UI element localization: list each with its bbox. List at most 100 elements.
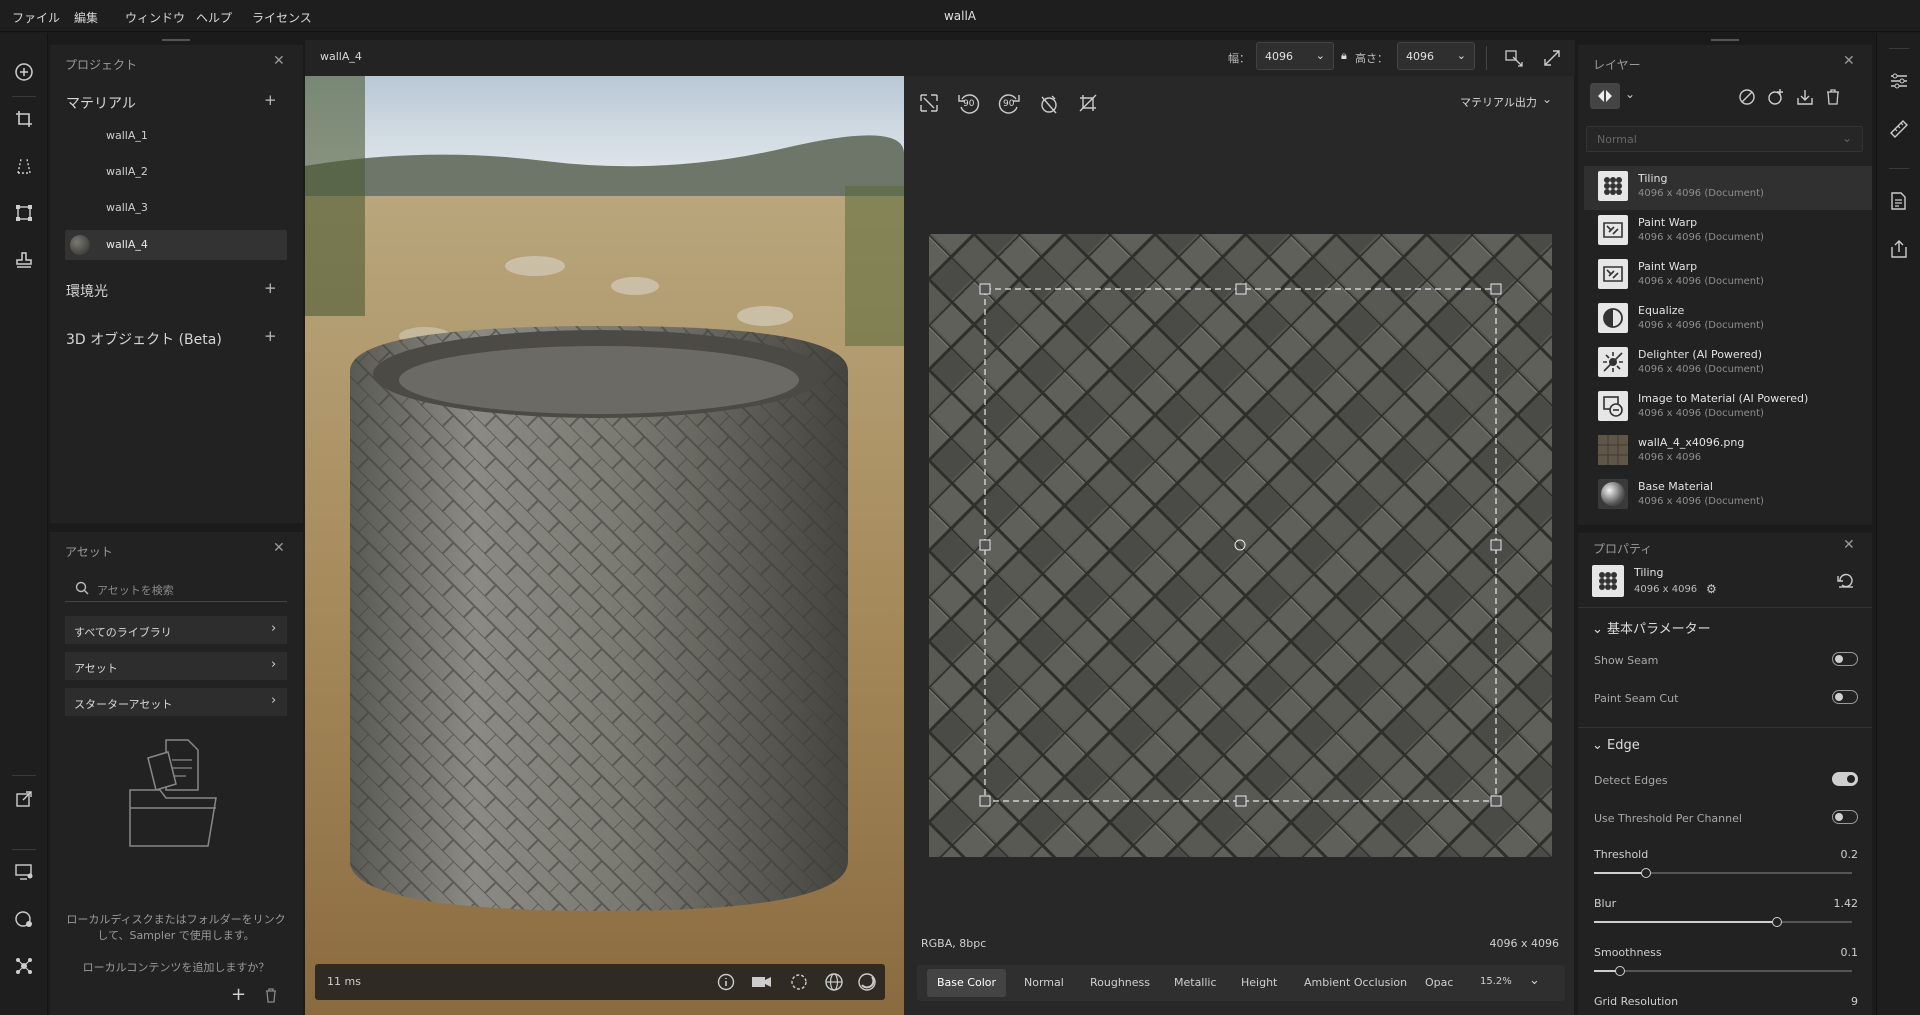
globe-icon[interactable] bbox=[824, 972, 844, 992]
objects-section-title[interactable]: 3D オブジェクト (Beta) bbox=[66, 329, 222, 349]
material-item[interactable]: wallA_2 bbox=[106, 165, 148, 178]
rotate-right-icon[interactable]: 90 bbox=[996, 91, 1022, 117]
environment-settings-icon[interactable] bbox=[12, 907, 36, 931]
channel-tab-ambient-occlusion[interactable]: Ambient Occlusion bbox=[1304, 976, 1407, 989]
layer-name: Paint Warp bbox=[1638, 216, 1698, 229]
material-output-select[interactable]: マテリアル出力 bbox=[1460, 94, 1537, 110]
crop-off-icon[interactable] bbox=[1078, 93, 1098, 113]
channel-tab-base-color[interactable]: Base Color bbox=[927, 969, 1007, 997]
add-object-icon[interactable]: + bbox=[264, 327, 277, 345]
section-basic-params[interactable]: ⌄ 基本パラメーター bbox=[1592, 618, 1711, 637]
grid-resolution-value[interactable]: 9 bbox=[1851, 995, 1858, 1008]
plugins-icon[interactable] bbox=[12, 954, 36, 978]
export-icon[interactable] bbox=[12, 787, 36, 811]
material-ball-icon[interactable] bbox=[857, 972, 877, 992]
perspective-icon[interactable] bbox=[12, 154, 36, 178]
blur-slider[interactable] bbox=[1594, 917, 1852, 927]
transform-icon[interactable] bbox=[12, 201, 36, 225]
display-settings-icon[interactable] bbox=[12, 860, 36, 884]
sliders-icon[interactable] bbox=[1889, 71, 1909, 91]
chevron-down-icon: ⌄ bbox=[1592, 738, 1608, 753]
channel-tab-height[interactable]: Height bbox=[1241, 976, 1277, 989]
channel-tab-metallic[interactable]: Metallic bbox=[1174, 976, 1217, 989]
crop-icon[interactable] bbox=[12, 107, 36, 131]
chevron-down-icon[interactable]: ⌄ bbox=[1542, 92, 1552, 106]
add-local-content-link[interactable]: ローカルコンテンツを追加しますか？ bbox=[60, 959, 292, 975]
camera-icon[interactable] bbox=[751, 973, 773, 991]
layer-item[interactable]: wallA_4_x4096.png 4096 x 4096 bbox=[1584, 430, 1872, 474]
rotate-left-icon[interactable]: 90 bbox=[956, 91, 982, 117]
layer-item[interactable]: Image to Material (AI Powered) 4096 x 40… bbox=[1584, 386, 1872, 430]
trash-icon[interactable] bbox=[264, 987, 278, 1003]
section-edge[interactable]: ⌄ Edge bbox=[1592, 738, 1640, 753]
panel-grip[interactable] bbox=[1711, 39, 1739, 41]
fit-view-icon[interactable] bbox=[919, 93, 939, 113]
import-icon[interactable] bbox=[1796, 88, 1814, 106]
add-icon[interactable] bbox=[12, 60, 36, 84]
rotate-environment-icon[interactable] bbox=[789, 972, 809, 992]
assets-panel-title: アセット bbox=[65, 545, 113, 559]
threshold-slider[interactable] bbox=[1594, 868, 1852, 878]
layer-item[interactable]: Base Material 4096 x 4096 (Document) bbox=[1584, 474, 1872, 518]
layer-item[interactable]: Tiling 4096 x 4096 (Document) bbox=[1584, 166, 1872, 210]
texture-preview[interactable] bbox=[929, 234, 1552, 857]
share-icon[interactable] bbox=[1889, 239, 1909, 259]
channel-tab-opacity[interactable]: Opac bbox=[1425, 976, 1453, 989]
library-row-all[interactable]: すべてのライブラリ › bbox=[65, 616, 287, 644]
smoothness-slider[interactable] bbox=[1594, 966, 1852, 976]
blur-value[interactable]: 1.42 bbox=[1834, 897, 1859, 910]
library-row-assets[interactable]: アセット › bbox=[65, 652, 287, 680]
panel-grip[interactable] bbox=[162, 39, 190, 41]
materials-section-title[interactable]: マテリアル bbox=[66, 93, 136, 113]
close-icon[interactable]: ✕ bbox=[1843, 537, 1855, 553]
use-threshold-toggle[interactable] bbox=[1832, 810, 1858, 824]
layer-item[interactable]: Paint Warp 4096 x 4096 (Document) bbox=[1584, 210, 1872, 254]
3d-viewport[interactable]: 11 ms bbox=[305, 76, 904, 1015]
smoothness-value[interactable]: 0.1 bbox=[1841, 946, 1859, 959]
trash-icon[interactable] bbox=[1825, 88, 1841, 106]
layer-item[interactable]: Paint Warp 4096 x 4096 (Document) bbox=[1584, 254, 1872, 298]
close-icon[interactable]: ✕ bbox=[273, 53, 285, 69]
threshold-value[interactable]: 0.2 bbox=[1841, 848, 1859, 861]
blend-mode-select[interactable]: Normal ⌄ bbox=[1586, 126, 1863, 152]
paint-seam-cut-toggle[interactable] bbox=[1832, 690, 1858, 704]
layer-item[interactable]: Delighter (AI Powered) 4096 x 4096 (Docu… bbox=[1584, 342, 1872, 386]
gear-icon[interactable]: ⚙ bbox=[1706, 582, 1717, 596]
mask-icon[interactable] bbox=[1738, 88, 1756, 106]
add-material-icon[interactable]: + bbox=[264, 91, 277, 109]
library-row-starter[interactable]: スターターアセット › bbox=[65, 688, 287, 716]
asset-search-field[interactable]: アセットを検索 bbox=[65, 574, 287, 602]
add-filter-icon[interactable] bbox=[1767, 88, 1785, 106]
use-threshold-label: Use Threshold Per Channel bbox=[1594, 812, 1742, 825]
document-tab-title[interactable]: wallA_4 bbox=[320, 50, 362, 63]
chevron-down-icon[interactable]: ⌄ bbox=[1529, 973, 1540, 988]
info-icon[interactable] bbox=[717, 973, 735, 991]
stamp-icon[interactable] bbox=[12, 248, 36, 272]
detect-edges-toggle[interactable] bbox=[1832, 772, 1858, 786]
close-icon[interactable]: ✕ bbox=[1843, 53, 1855, 69]
add-icon[interactable]: + bbox=[231, 984, 246, 1005]
lock-icon[interactable]: 🔒︎ bbox=[1341, 49, 1347, 63]
chevron-right-icon: › bbox=[271, 693, 277, 708]
channel-tab-normal[interactable]: Normal bbox=[1024, 976, 1064, 989]
reset-icon[interactable] bbox=[1837, 573, 1855, 589]
material-item-selected[interactable]: wallA_4 bbox=[65, 230, 287, 260]
compare-toggle-icon[interactable] bbox=[1590, 83, 1620, 109]
reset-rotation-icon[interactable] bbox=[1038, 93, 1060, 115]
material-item[interactable]: wallA_3 bbox=[106, 201, 148, 214]
ruler-icon[interactable] bbox=[1889, 119, 1909, 139]
show-seam-toggle[interactable] bbox=[1832, 652, 1858, 666]
add-environment-icon[interactable]: + bbox=[264, 279, 277, 297]
zoom-level[interactable]: 15.2% bbox=[1480, 976, 1512, 987]
environment-section-title[interactable]: 環境光 bbox=[66, 281, 108, 301]
channel-tab-roughness[interactable]: Roughness bbox=[1090, 976, 1150, 989]
close-icon[interactable]: ✕ bbox=[273, 540, 285, 556]
export-settings-icon[interactable] bbox=[1889, 191, 1909, 211]
fullscreen-icon[interactable] bbox=[1543, 49, 1561, 67]
layer-item[interactable]: Equalize 4096 x 4096 (Document) bbox=[1584, 298, 1872, 342]
material-item[interactable]: wallA_1 bbox=[106, 129, 148, 142]
resize-canvas-icon[interactable] bbox=[1505, 49, 1525, 67]
width-select[interactable]: 4096 ⌄ bbox=[1256, 42, 1334, 70]
chevron-down-icon[interactable]: ⌄ bbox=[1625, 87, 1635, 101]
height-select[interactable]: 4096 ⌄ bbox=[1397, 42, 1475, 70]
